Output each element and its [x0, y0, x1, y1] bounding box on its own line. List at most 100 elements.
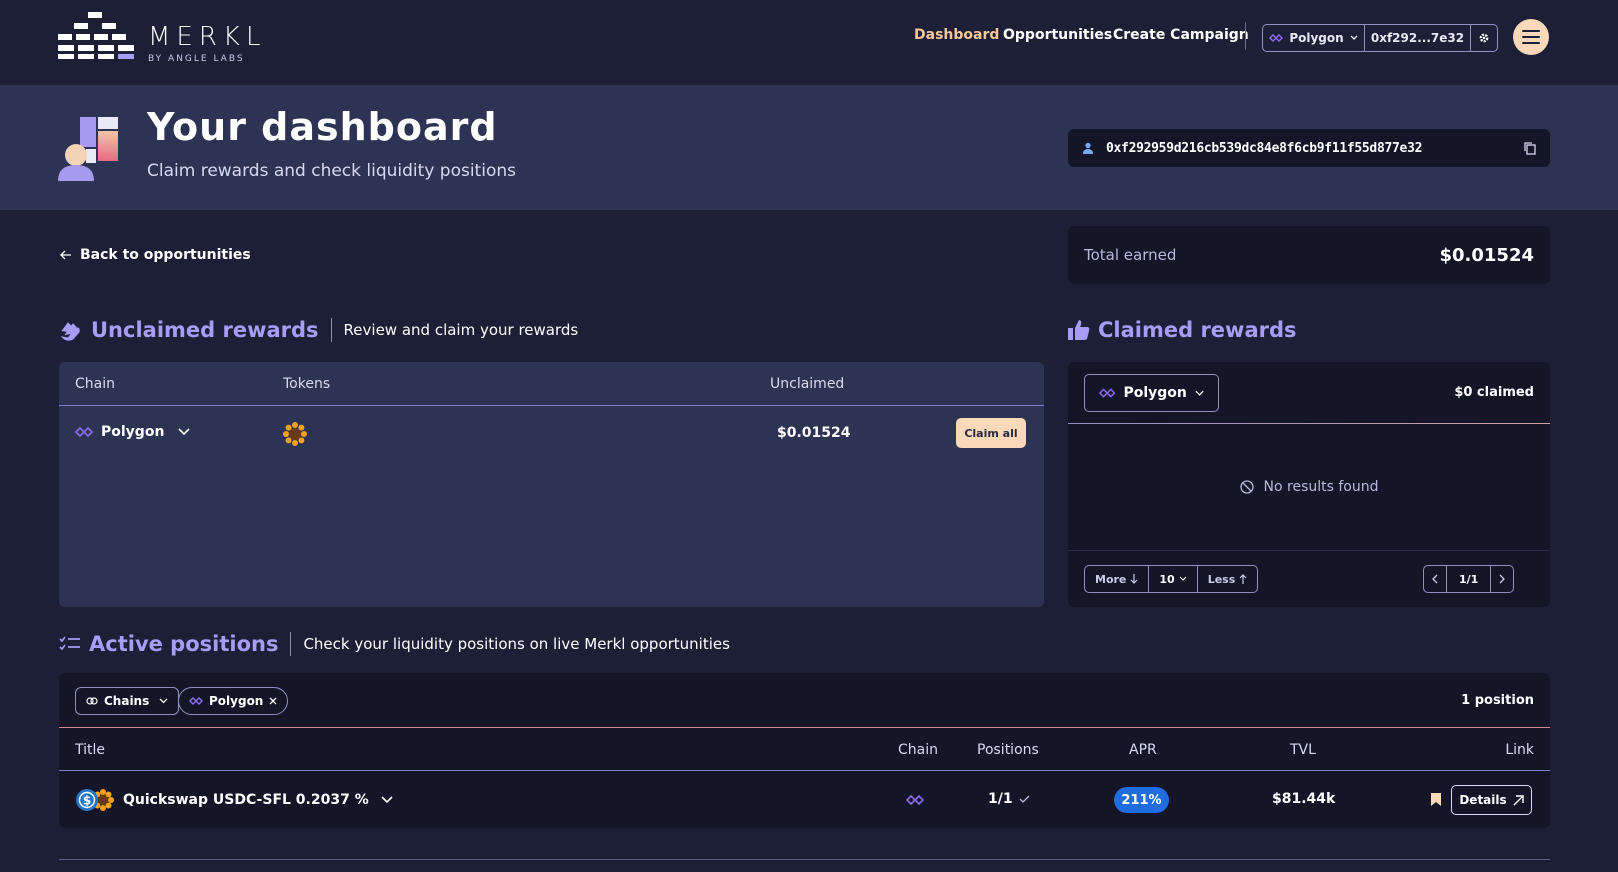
- column-positions: Positions: [977, 742, 1039, 758]
- arrow-left-icon: [60, 250, 71, 260]
- usdc-sfl-token-icon: $: [76, 789, 114, 811]
- chevron-left-icon: [1432, 574, 1438, 584]
- less-button[interactable]: Less: [1198, 566, 1258, 592]
- polygon-filter-chip[interactable]: Polygon: [178, 687, 289, 715]
- row-unclaimed-amount: $0.01524: [777, 425, 851, 441]
- column-apr: APR: [1129, 742, 1157, 758]
- nav-create-campaign[interactable]: Create Campaign: [1113, 27, 1249, 43]
- row-chain-name: Polygon: [101, 424, 165, 440]
- page-subtitle: Claim rewards and check liquidity positi…: [147, 161, 516, 181]
- hamburger-line: [1522, 36, 1540, 38]
- polygon-icon: [75, 426, 93, 438]
- chain-selector[interactable]: Polygon: [1263, 25, 1365, 51]
- polygon-icon: [906, 794, 924, 806]
- polygon-icon: [1099, 388, 1116, 398]
- hamburger-line: [1522, 30, 1540, 32]
- chevron-down-icon: [381, 796, 393, 804]
- title-divider: [290, 632, 292, 656]
- column-link: Link: [1505, 742, 1534, 758]
- unclaimed-rewards-description: Review and claim your rewards: [343, 321, 579, 339]
- column-tokens: Tokens: [283, 376, 331, 392]
- chevron-down-icon: [1179, 576, 1187, 581]
- polygon-icon: [189, 697, 203, 705]
- active-positions-header: Active positions Check your liquidity po…: [59, 632, 730, 656]
- divider: [1068, 550, 1550, 551]
- empty-state: No results found: [1068, 424, 1550, 549]
- arrow-up-icon: [1239, 574, 1247, 584]
- chains-filter-label: Chains: [104, 694, 150, 708]
- merkl-logo[interactable]: MERKL BY ANGLE LABS: [58, 12, 278, 64]
- wallet-short-address: 0xf292...7e32: [1370, 31, 1465, 45]
- claimed-rewards-title: Claimed rewards: [1098, 318, 1297, 342]
- positions-cell: 1/1: [988, 791, 1030, 807]
- menu-button[interactable]: [1513, 19, 1549, 55]
- claimed-chain-selector[interactable]: Polygon: [1084, 374, 1219, 412]
- chevron-down-icon: [178, 428, 190, 436]
- check-icon: [1019, 795, 1030, 803]
- polygon-chip-label: Polygon: [209, 694, 264, 708]
- position-title: Quickswap USDC-SFL 0.2037 %: [123, 792, 369, 808]
- merkl-logo-mark: [58, 12, 134, 59]
- more-label: More: [1095, 572, 1127, 586]
- details-button[interactable]: Details: [1451, 785, 1532, 815]
- table-header: Title Chain Positions APR TVL Link: [59, 727, 1550, 771]
- chevron-down-icon: [1350, 35, 1358, 40]
- copy-icon[interactable]: [1524, 141, 1536, 155]
- total-earned-label: Total earned: [1084, 246, 1177, 264]
- tvl-value: $81.44k: [1272, 791, 1336, 807]
- wallet-address-button[interactable]: 0xf292...7e32: [1365, 25, 1471, 51]
- back-link-label: Back to opportunities: [80, 247, 251, 263]
- back-to-opportunities-link[interactable]: Back to opportunities: [60, 247, 251, 263]
- claimed-summary: $0 claimed: [1454, 385, 1534, 400]
- unclaimed-rewards-title: Unclaimed rewards: [91, 318, 319, 342]
- gear-icon: [1479, 33, 1489, 43]
- chain-expander[interactable]: Polygon: [75, 424, 190, 440]
- user-icon: [1083, 142, 1093, 154]
- chains-filter[interactable]: Chains: [75, 687, 180, 715]
- polygon-icon: [1269, 34, 1284, 42]
- prohibited-icon: [1239, 479, 1254, 494]
- apr-badge: 211%: [1114, 787, 1169, 813]
- hamburger-line: [1522, 42, 1540, 44]
- empty-state-label: No results found: [1263, 478, 1379, 495]
- chevron-down-icon: [159, 698, 168, 704]
- external-link-icon: [1513, 794, 1524, 805]
- less-label: Less: [1207, 572, 1236, 586]
- active-positions-title: Active positions: [89, 632, 279, 656]
- bookmark-icon[interactable]: [1431, 793, 1441, 806]
- claimed-rewards-header: Claimed rewards: [1068, 318, 1297, 342]
- wallet-controls: Polygon 0xf292...7e32: [1262, 24, 1498, 52]
- active-positions-table: Chains Polygon 1 position Title Chain Po…: [59, 673, 1550, 828]
- page-title: Your dashboard: [147, 105, 498, 149]
- claim-all-button[interactable]: Claim all: [956, 418, 1026, 448]
- sunflower-token-icon: [283, 422, 307, 446]
- full-address: 0xf292959d216cb539dc84e8f6cb9f11f55d877e…: [1106, 140, 1423, 156]
- nav-dashboard[interactable]: Dashboard: [914, 27, 999, 43]
- top-bar: MERKL BY ANGLE LABS Dashboard Opportunit…: [0, 0, 1618, 85]
- arrow-down-icon: [1130, 574, 1138, 584]
- column-tvl: TVL: [1290, 742, 1316, 758]
- address-display: 0xf292959d216cb539dc84e8f6cb9f11f55d877e…: [1068, 129, 1550, 167]
- brand-name: MERKL: [148, 22, 267, 52]
- brand-sub: BY ANGLE LABS: [148, 54, 245, 64]
- chain-selector-label: Polygon: [1289, 31, 1344, 45]
- settings-button[interactable]: [1471, 25, 1497, 51]
- chevron-right-icon: [1499, 574, 1506, 584]
- position-count: 1 position: [1461, 693, 1534, 708]
- details-label: Details: [1459, 793, 1507, 807]
- prev-page-button[interactable]: [1424, 566, 1447, 592]
- active-positions-description: Check your liquidity positions on live M…: [303, 635, 730, 653]
- page-size-value: 10: [1159, 572, 1175, 586]
- position-title-expander[interactable]: $ Quickswap USDC-SFL 0.2037 %: [75, 788, 393, 812]
- table-header: Chain Tokens Unclaimed: [59, 362, 1044, 406]
- page-size-select[interactable]: 10: [1149, 566, 1198, 592]
- column-chain: Chain: [75, 376, 115, 392]
- next-page-button[interactable]: [1491, 566, 1513, 592]
- checklist-icon: [59, 636, 80, 651]
- total-earned-card: Total earned $0.01524: [1068, 226, 1550, 284]
- more-button[interactable]: More: [1085, 566, 1150, 592]
- clapping-hands-icon: [60, 322, 80, 341]
- chevron-down-icon: [1195, 390, 1204, 396]
- nav-opportunities[interactable]: Opportunities: [1003, 27, 1112, 43]
- close-icon[interactable]: [269, 697, 277, 705]
